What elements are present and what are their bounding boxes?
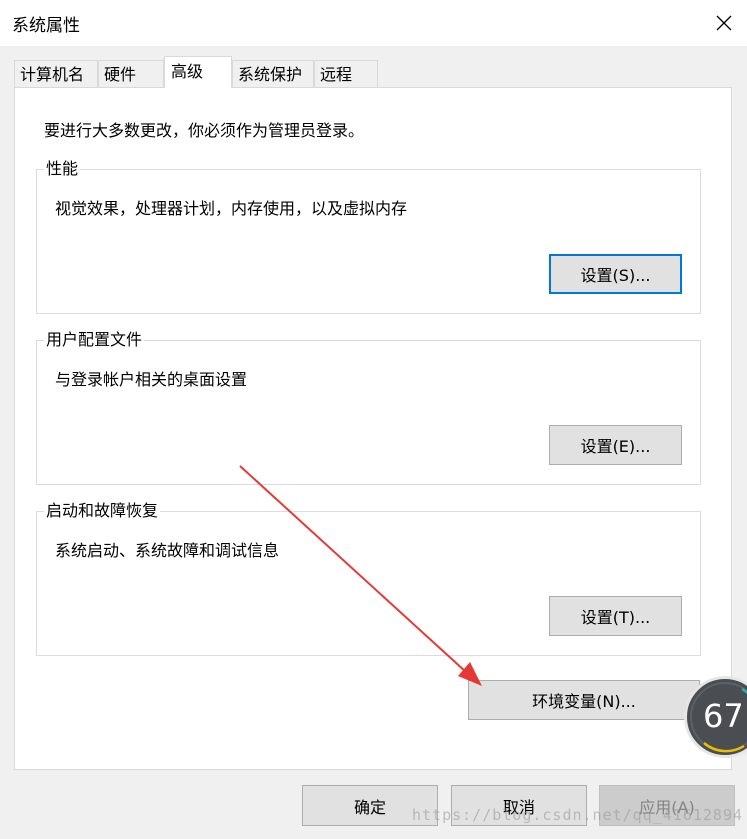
tab-hardware[interactable]: 硬件 bbox=[98, 60, 164, 88]
startup-recovery-group: 启动和故障恢复 系统启动、系统故障和调试信息 设置(T)... bbox=[36, 500, 701, 656]
widget-value: 67 bbox=[703, 697, 744, 735]
startup-recovery-group-title: 启动和故障恢复 bbox=[44, 500, 161, 522]
environment-variables-button[interactable]: 环境变量(N)... bbox=[468, 680, 700, 720]
apply-button: 应用(A) bbox=[599, 785, 735, 826]
cancel-button[interactable]: 取消 bbox=[451, 785, 587, 826]
cancel-label: 取消 bbox=[502, 797, 535, 817]
close-icon bbox=[716, 15, 732, 31]
performance-group: 性能 视觉效果，处理器计划，内存使用，以及虚拟内存 设置(S)... bbox=[36, 158, 701, 314]
close-button[interactable] bbox=[701, 0, 747, 46]
ok-label: 确定 bbox=[353, 797, 386, 817]
startup-recovery-settings-label: 设置(T)... bbox=[580, 608, 651, 627]
user-profiles-group-title: 用户配置文件 bbox=[44, 329, 145, 351]
window-title: 系统属性 bbox=[12, 16, 80, 36]
user-profiles-group: 用户配置文件 与登录帐户相关的桌面设置 设置(E)... bbox=[36, 329, 701, 485]
startup-recovery-settings-button[interactable]: 设置(T)... bbox=[549, 596, 682, 636]
user-profiles-description: 与登录帐户相关的桌面设置 bbox=[55, 370, 248, 389]
tab-system-protection[interactable]: 系统保护 bbox=[232, 60, 314, 88]
apply-label: 应用(A) bbox=[639, 797, 695, 817]
tab-advanced[interactable]: 高级 bbox=[164, 56, 232, 88]
title-bar: 系统属性 bbox=[0, 0, 747, 47]
tab-remote[interactable]: 远程 bbox=[314, 60, 378, 88]
advanced-tab-panel: 要进行大多数更改，你必须作为管理员登录。 性能 视觉效果，处理器计划，内存使用，… bbox=[14, 87, 732, 770]
performance-settings-label: 设置(S)... bbox=[580, 266, 651, 285]
startup-recovery-description: 系统启动、系统故障和调试信息 bbox=[55, 541, 280, 560]
admin-notice: 要进行大多数更改，你必须作为管理员登录。 bbox=[44, 121, 365, 140]
performance-description: 视觉效果，处理器计划，内存使用，以及虚拟内存 bbox=[55, 199, 408, 218]
user-profiles-settings-button[interactable]: 设置(E)... bbox=[549, 425, 682, 465]
environment-variables-label: 环境变量(N)... bbox=[532, 692, 636, 711]
performance-settings-button[interactable]: 设置(S)... bbox=[549, 254, 682, 294]
tab-computer-name[interactable]: 计算机名 bbox=[14, 60, 98, 88]
user-profiles-settings-label: 设置(E)... bbox=[580, 437, 651, 456]
ok-button[interactable]: 确定 bbox=[302, 785, 438, 826]
performance-group-title: 性能 bbox=[44, 158, 81, 180]
performance-monitor-widget[interactable]: 67 bbox=[684, 676, 747, 758]
